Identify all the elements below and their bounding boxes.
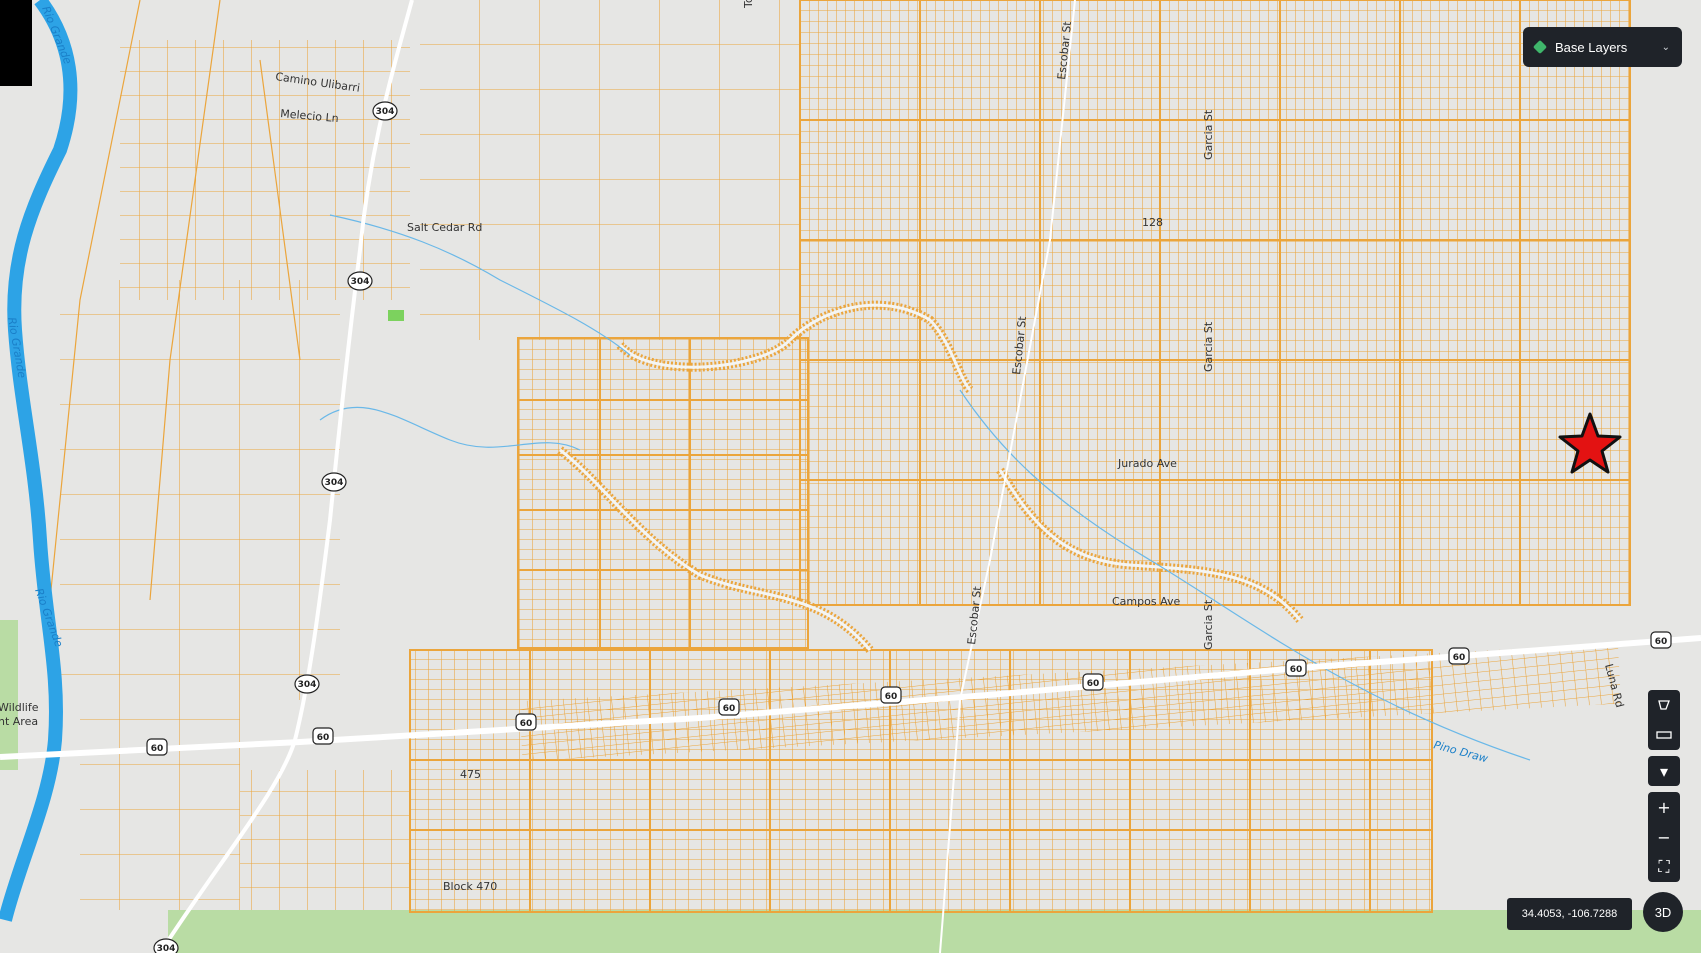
fullscreen-button[interactable]: ⛶ bbox=[1648, 852, 1680, 882]
zoom-out-button[interactable]: − bbox=[1648, 822, 1680, 852]
ruler-tool-icon[interactable] bbox=[1648, 720, 1680, 750]
zoom-in-button[interactable]: + bbox=[1648, 792, 1680, 822]
nm304-shield: 304 bbox=[372, 101, 398, 121]
us60-shield: 60 bbox=[1082, 673, 1104, 691]
svg-text:60: 60 bbox=[1290, 665, 1303, 675]
num-475-label: 475 bbox=[460, 768, 481, 781]
tor-label: Tor bbox=[742, 0, 755, 9]
zoom-group: + − ⛶ bbox=[1648, 792, 1680, 882]
us60-shield: 60 bbox=[1285, 659, 1307, 677]
svg-text:304: 304 bbox=[298, 680, 317, 690]
garcia-label-3: Garcia St bbox=[1202, 599, 1215, 650]
base-layers-label: Base Layers bbox=[1555, 39, 1628, 55]
svg-text:60: 60 bbox=[317, 733, 330, 743]
us60-shield: 60 bbox=[1650, 631, 1672, 649]
svg-text:304: 304 bbox=[351, 277, 370, 287]
nm304-shield: 304 bbox=[153, 938, 179, 953]
us60-shield: 60 bbox=[1448, 647, 1470, 665]
svg-text:60: 60 bbox=[885, 692, 898, 702]
parcel-grid-north bbox=[799, 0, 1631, 606]
wildlife-area bbox=[0, 620, 18, 770]
nm304-shield: 304 bbox=[347, 271, 373, 291]
jurado-label: Jurado Ave bbox=[1117, 457, 1177, 470]
parcel-grid-middle bbox=[517, 337, 809, 649]
garcia-label-2: Garcia St bbox=[1202, 321, 1215, 372]
svg-text:60: 60 bbox=[520, 719, 533, 729]
salt-cedar-label: Salt Cedar Rd bbox=[407, 221, 482, 234]
chevron-down-icon: ⌄ bbox=[1661, 41, 1670, 53]
wildlife-label-2: nt Area bbox=[0, 715, 38, 728]
us60-shield: 60 bbox=[146, 738, 168, 756]
svg-text:60: 60 bbox=[151, 744, 164, 754]
3d-toggle-button[interactable]: 3D bbox=[1643, 892, 1683, 932]
block-470-label: Block 470 bbox=[443, 880, 497, 893]
us60-shield: 60 bbox=[880, 686, 902, 704]
us60-shield: 60 bbox=[515, 713, 537, 731]
dropdown-group: ▾ bbox=[1648, 756, 1680, 786]
layers-icon bbox=[1532, 39, 1548, 55]
side-panel-tab[interactable] bbox=[0, 0, 32, 86]
svg-text:304: 304 bbox=[157, 944, 176, 953]
nm304-shield: 304 bbox=[321, 472, 347, 492]
us60-shield: 60 bbox=[718, 698, 740, 716]
coordinates-readout: 34.4053, -106.7288 bbox=[1507, 898, 1632, 930]
svg-text:60: 60 bbox=[1655, 637, 1668, 647]
garcia-label-1: Garcia St bbox=[1202, 109, 1215, 160]
us60-shield: 60 bbox=[312, 727, 334, 745]
polygon-tool-icon[interactable] bbox=[1648, 690, 1680, 720]
campos-label: Campos Ave bbox=[1112, 595, 1180, 608]
svg-text:60: 60 bbox=[723, 704, 736, 714]
wildlife-label-1: Wildlife bbox=[0, 701, 39, 714]
green-parcel-marker bbox=[388, 310, 404, 321]
dropdown-arrow-button[interactable]: ▾ bbox=[1648, 756, 1680, 786]
svg-text:304: 304 bbox=[325, 478, 344, 488]
parcel-map[interactable]: Camino Ulibarri Melecio Ln Salt Cedar Rd… bbox=[0, 0, 1701, 953]
draw-tools-group bbox=[1648, 690, 1680, 750]
svg-text:60: 60 bbox=[1087, 679, 1100, 689]
green-area bbox=[168, 910, 1701, 953]
svg-text:60: 60 bbox=[1453, 653, 1466, 663]
svg-text:304: 304 bbox=[376, 107, 395, 117]
num-128-label: 128 bbox=[1142, 216, 1163, 229]
base-layers-button[interactable]: Base Layers ⌄ bbox=[1523, 27, 1682, 67]
nm304-shield: 304 bbox=[294, 674, 320, 694]
